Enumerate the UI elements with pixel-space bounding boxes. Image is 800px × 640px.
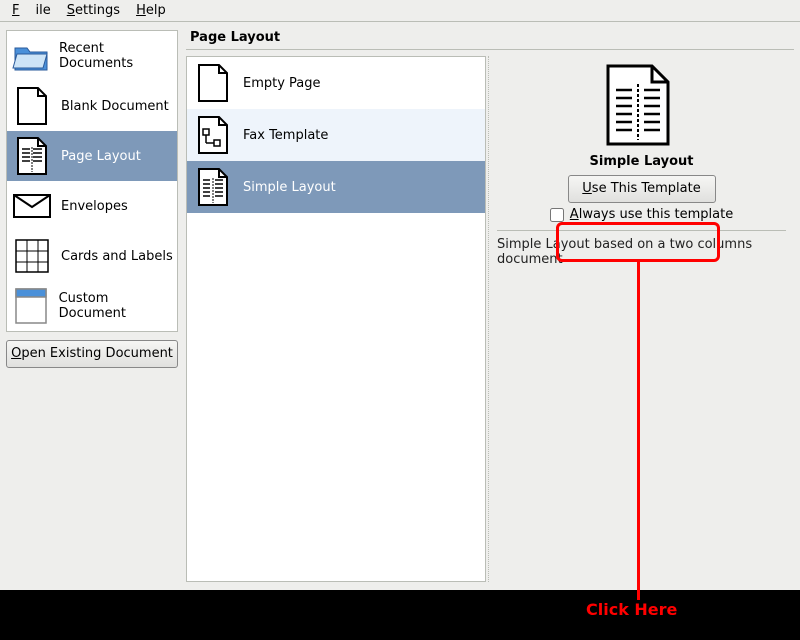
- category-label: Recent Documents: [59, 41, 173, 71]
- menu-settings[interactable]: Settings: [59, 1, 128, 20]
- template-label: Simple Layout: [243, 180, 336, 195]
- category-label: Cards and Labels: [61, 249, 173, 264]
- open-existing-document-button[interactable]: Open Existing Document: [6, 340, 178, 368]
- page-layout-icon: [11, 135, 53, 177]
- category-page-layout[interactable]: Page Layout: [7, 131, 177, 181]
- simple-layout-icon: [193, 167, 233, 207]
- bottom-bar: [0, 590, 800, 640]
- custom-document-icon: [11, 285, 51, 327]
- fax-template-icon: [193, 115, 233, 155]
- main-area: Recent Documents Blank Document Page Lay…: [0, 22, 800, 590]
- menu-help[interactable]: Help: [128, 1, 174, 20]
- template-label: Empty Page: [243, 76, 321, 91]
- category-envelopes[interactable]: Envelopes: [7, 181, 177, 231]
- category-list: Recent Documents Blank Document Page Lay…: [6, 30, 178, 332]
- menu-file[interactable]: File: [4, 1, 59, 20]
- labels-grid-icon: [11, 235, 53, 277]
- always-use-row: Always use this template: [497, 207, 786, 222]
- template-empty-page[interactable]: Empty Page: [187, 57, 485, 109]
- category-label: Blank Document: [61, 99, 169, 114]
- category-blank-document[interactable]: Blank Document: [7, 81, 177, 131]
- category-cards-labels[interactable]: Cards and Labels: [7, 231, 177, 281]
- category-label: Page Layout: [61, 149, 141, 164]
- template-label: Fax Template: [243, 128, 328, 143]
- detail-title: Simple Layout: [590, 154, 694, 169]
- template-description: Simple Layout based on a two columns doc…: [497, 237, 786, 267]
- empty-page-icon: [193, 63, 233, 103]
- template-simple-layout[interactable]: Simple Layout: [187, 161, 485, 213]
- menubar: File Settings Help: [0, 0, 800, 22]
- content-pane: Page Layout Empty Page Fax Template: [184, 22, 800, 590]
- category-recent-documents[interactable]: Recent Documents: [7, 31, 177, 81]
- envelope-icon: [11, 185, 53, 227]
- always-use-label: Always use this template: [570, 207, 733, 222]
- template-fax[interactable]: Fax Template: [187, 109, 485, 161]
- always-use-checkbox[interactable]: [550, 208, 564, 222]
- preview-simple-layout-icon: [602, 62, 682, 152]
- template-list: Empty Page Fax Template Simple Layout: [186, 56, 486, 582]
- content-title: Page Layout: [186, 30, 794, 45]
- sidebar: Recent Documents Blank Document Page Lay…: [0, 22, 184, 590]
- divider: [497, 230, 786, 231]
- folder-open-icon: [11, 35, 51, 77]
- document-blank-icon: [11, 85, 53, 127]
- category-label: Envelopes: [61, 199, 128, 214]
- category-label: Custom Document: [59, 291, 173, 321]
- use-template-button[interactable]: Use This Template: [568, 175, 716, 203]
- template-detail: Simple Layout Use This Template Always u…: [488, 56, 794, 582]
- category-custom-document[interactable]: Custom Document: [7, 281, 177, 331]
